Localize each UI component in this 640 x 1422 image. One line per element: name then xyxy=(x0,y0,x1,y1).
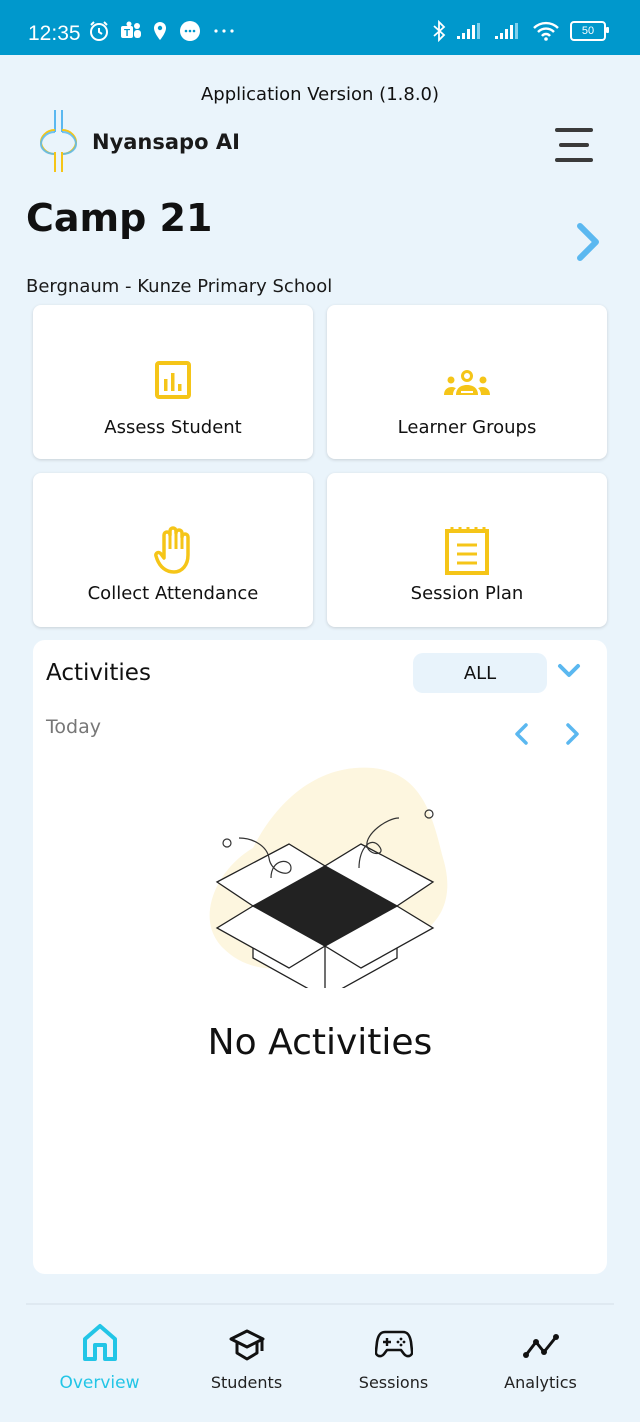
tile-label: Assess Student xyxy=(104,417,242,438)
signal-icon xyxy=(456,22,484,40)
location-icon xyxy=(152,21,168,41)
app-name: Nyansapo AI xyxy=(92,130,240,154)
collect-attendance-tile[interactable]: Collect Attendance xyxy=(33,473,313,627)
activities-title: Activities xyxy=(46,660,151,686)
chevron-left-icon[interactable] xyxy=(511,720,533,748)
wifi-icon xyxy=(532,20,560,42)
line-chart-icon xyxy=(522,1334,559,1358)
svg-text:T: T xyxy=(124,28,130,39)
nav-item-sessions[interactable]: Sessions xyxy=(320,1315,467,1395)
raised-hand-icon xyxy=(154,526,190,574)
open-box xyxy=(215,843,435,988)
chevron-right-icon[interactable] xyxy=(570,220,606,264)
camp-title: Camp 21 xyxy=(26,196,213,240)
groups-icon xyxy=(444,370,490,395)
tile-label: Learner Groups xyxy=(397,417,537,438)
notepad-icon xyxy=(445,527,489,575)
nav-item-analytics[interactable]: Analytics xyxy=(467,1315,614,1395)
teams-icon: T xyxy=(120,21,142,41)
activity-filter-dropdown[interactable]: ALL xyxy=(413,653,547,693)
empty-box-illustration xyxy=(209,767,448,988)
chat-bubble-icon xyxy=(178,20,202,42)
gamepad-icon xyxy=(374,1330,413,1358)
bottom-nav: Overview Students Sessions Analytics xyxy=(0,1305,640,1422)
date-label: Today xyxy=(46,716,101,738)
nav-label: Overview xyxy=(59,1373,140,1393)
bar-chart-icon xyxy=(155,361,191,399)
tile-label: Session Plan xyxy=(410,583,524,604)
alarm-icon xyxy=(88,20,110,42)
activities-card: Activities ALL Today No Activities xyxy=(33,640,607,1274)
nav-item-overview[interactable]: Overview xyxy=(26,1315,173,1395)
more-dots-icon xyxy=(212,27,236,35)
app-version-label: Application Version (1.8.0) xyxy=(200,84,440,105)
assess-student-tile[interactable]: Assess Student xyxy=(33,305,313,459)
signal-icon xyxy=(494,22,522,40)
school-name: Bergnaum - Kunze Primary School xyxy=(26,276,333,297)
nav-label: Sessions xyxy=(358,1373,429,1392)
battery-icon: 50 xyxy=(570,21,609,41)
chevron-right-icon[interactable] xyxy=(561,720,583,748)
nav-item-students[interactable]: Students xyxy=(173,1315,320,1395)
app-logo-icon xyxy=(39,110,78,172)
home-icon xyxy=(82,1324,117,1361)
graduation-cap-icon xyxy=(229,1329,264,1361)
status-bar: 12:35 T 50 xyxy=(0,0,640,55)
status-time: 12:35 xyxy=(28,22,81,45)
nav-label: Analytics xyxy=(504,1373,577,1392)
chevron-down-icon[interactable] xyxy=(555,658,583,684)
hamburger-menu-icon[interactable] xyxy=(553,128,595,164)
session-plan-tile[interactable]: Session Plan xyxy=(327,473,607,627)
learner-groups-tile[interactable]: Learner Groups xyxy=(327,305,607,459)
bluetooth-icon xyxy=(432,20,446,42)
empty-state-message: No Activities xyxy=(207,1022,433,1063)
tile-label: Collect Attendance xyxy=(87,583,259,604)
nav-label: Students xyxy=(210,1373,283,1392)
